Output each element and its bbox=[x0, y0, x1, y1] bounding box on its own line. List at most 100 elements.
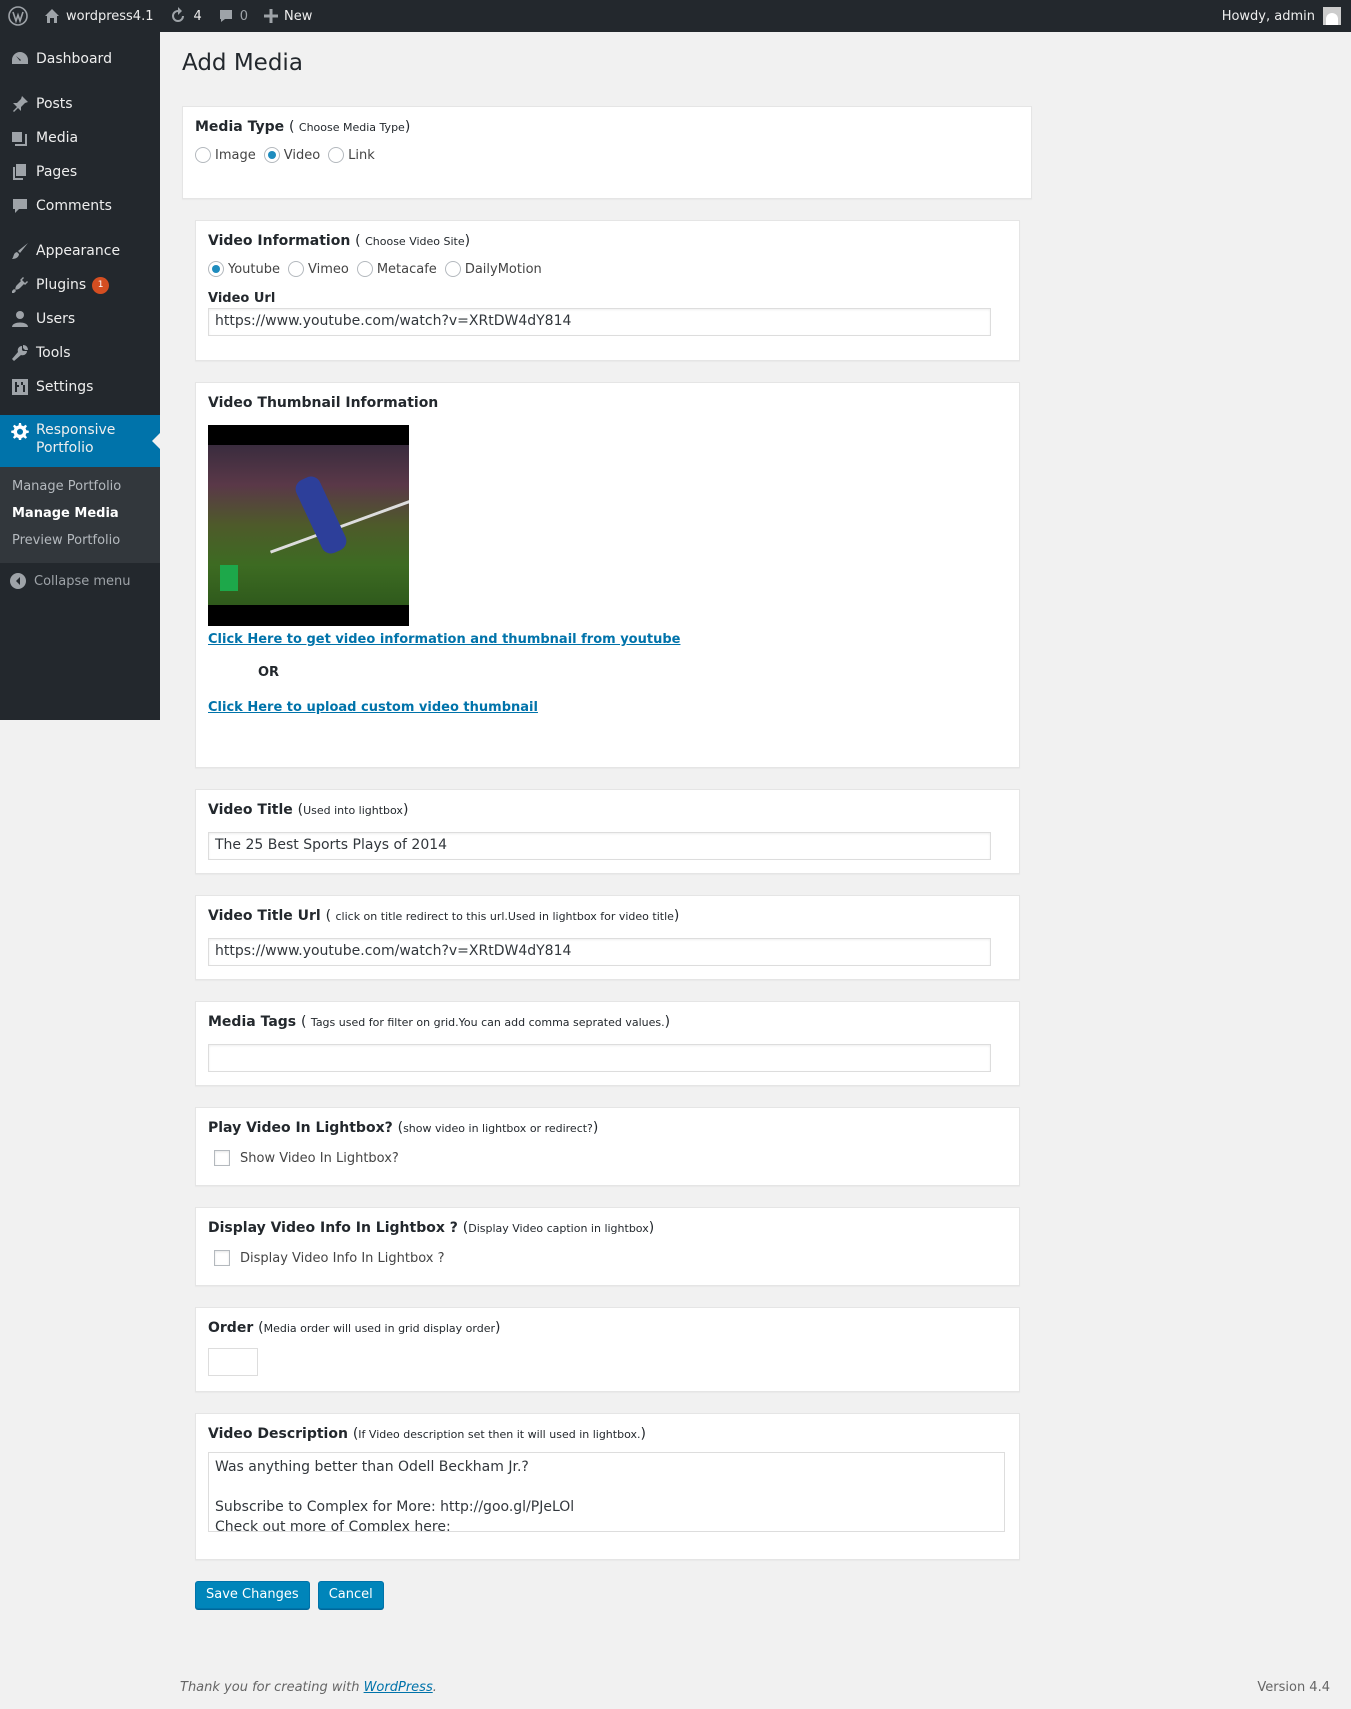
video-title-url-input[interactable]: https://www.youtube.com/watch?v=XRtDW4dY… bbox=[208, 938, 991, 966]
menu-item-users[interactable]: Users bbox=[0, 302, 160, 336]
admin-bar: wordpress4.1 4 0 New Howdy, admin bbox=[0, 0, 1351, 32]
comments-link[interactable]: 0 bbox=[210, 0, 256, 32]
user-icon bbox=[10, 309, 30, 329]
video-site-youtube-radio[interactable]: Youtube bbox=[208, 261, 280, 277]
admin-sidebar: Dashboard Posts Media Pages Comments App… bbox=[0, 32, 160, 720]
wordpress-link[interactable]: WordPress bbox=[364, 1680, 433, 1695]
order-label: Order (Media order will used in grid dis… bbox=[208, 1320, 501, 1336]
menu-item-tools[interactable]: Tools bbox=[0, 336, 160, 370]
comments-count: 0 bbox=[239, 8, 249, 24]
pin-icon bbox=[10, 94, 30, 114]
submenu-item-preview-portfolio[interactable]: Preview Portfolio bbox=[0, 528, 160, 555]
media-type-options: Image Video Link bbox=[195, 147, 1019, 163]
menu-item-pages[interactable]: Pages bbox=[0, 155, 160, 189]
avatar bbox=[1323, 7, 1341, 25]
video-description-textarea[interactable]: Was anything better than Odell Beckham J… bbox=[208, 1452, 1005, 1532]
main-content: Add Media Media Type ( Choose Media Type… bbox=[182, 32, 1032, 1609]
order-box: Order (Media order will used in grid dis… bbox=[195, 1307, 1020, 1392]
site-name-link[interactable]: wordpress4.1 bbox=[36, 0, 161, 32]
collapse-menu-button[interactable]: Collapse menu bbox=[0, 563, 160, 589]
menu-label: Posts bbox=[36, 96, 73, 112]
media-type-box: Media Type ( Choose Media Type) Image Vi… bbox=[182, 106, 1032, 199]
video-thumbnail-box: Video Thumbnail Information Click Here t… bbox=[195, 382, 1020, 768]
wrench-icon bbox=[10, 343, 30, 363]
video-information-box: Video Information ( Choose Video Site) Y… bbox=[195, 220, 1020, 361]
wordpress-logo[interactable] bbox=[0, 0, 36, 32]
video-url-label: Video Url bbox=[208, 291, 276, 306]
gear-icon bbox=[10, 421, 30, 441]
video-site-dailymotion-radio[interactable]: DailyMotion bbox=[444, 261, 542, 277]
video-site-metacafe-radio[interactable]: Metacafe bbox=[356, 261, 437, 277]
menu-label: Settings bbox=[36, 379, 94, 395]
save-changes-button[interactable]: Save Changes bbox=[195, 1581, 310, 1609]
refresh-icon bbox=[172, 7, 185, 22]
collapse-icon bbox=[10, 573, 26, 589]
home-icon bbox=[45, 9, 59, 23]
show-in-lightbox-checkbox[interactable]: Show Video In Lightbox? bbox=[214, 1150, 1007, 1166]
video-thumbnail-label: Video Thumbnail Information bbox=[208, 395, 439, 411]
menu-label: Users bbox=[36, 311, 76, 327]
comment-icon bbox=[219, 10, 232, 22]
updates-link[interactable]: 4 bbox=[161, 0, 209, 32]
menu-item-media[interactable]: Media bbox=[0, 121, 160, 155]
video-title-url-label: Video Title Url ( click on title redirec… bbox=[208, 908, 680, 924]
new-label: New bbox=[284, 8, 313, 24]
menu-label: Dashboard bbox=[36, 51, 112, 67]
menu-item-comments[interactable]: Comments bbox=[0, 189, 160, 223]
menu-label: Responsive Portfolio bbox=[36, 422, 116, 456]
get-youtube-info-link[interactable]: Click Here to get video information and … bbox=[208, 632, 1007, 647]
dashboard-icon bbox=[10, 49, 30, 69]
menu-item-posts[interactable]: Posts bbox=[0, 87, 160, 121]
play-lightbox-label: Play Video In Lightbox? (show video in l… bbox=[208, 1120, 599, 1136]
media-tags-box: Media Tags ( Tags used for filter on gri… bbox=[195, 1001, 1020, 1086]
pages-icon bbox=[10, 162, 30, 182]
media-tags-input[interactable] bbox=[208, 1044, 991, 1072]
media-icon bbox=[10, 128, 30, 148]
site-name: wordpress4.1 bbox=[66, 8, 154, 24]
menu-label: Tools bbox=[36, 345, 71, 361]
menu-item-appearance[interactable]: Appearance bbox=[0, 234, 160, 268]
video-thumbnail-image bbox=[208, 425, 409, 626]
wordpress-icon bbox=[8, 6, 28, 26]
menu-label: Appearance bbox=[36, 243, 121, 259]
video-description-label: Video Description (If Video description … bbox=[208, 1426, 646, 1442]
menu-item-dashboard[interactable]: Dashboard bbox=[0, 42, 160, 76]
footer: Thank you for creating with WordPress. V… bbox=[180, 1680, 1330, 1695]
plug-icon bbox=[10, 275, 30, 295]
menu-item-settings[interactable]: Settings bbox=[0, 370, 160, 404]
video-title-label: Video Title (Used into lightbox) bbox=[208, 802, 409, 818]
menu-label: Plugins bbox=[36, 277, 87, 293]
footer-version: Version 4.4 bbox=[1257, 1680, 1330, 1695]
display-info-box: Display Video Info In Lightbox ? (Displa… bbox=[195, 1207, 1020, 1286]
new-content-link[interactable]: New bbox=[256, 0, 320, 32]
video-information-label: Video Information ( Choose Video Site) bbox=[208, 233, 471, 249]
submenu: Manage Portfolio Manage Media Preview Po… bbox=[0, 467, 160, 563]
order-input[interactable] bbox=[208, 1348, 258, 1376]
video-url-input[interactable]: https://www.youtube.com/watch?v=XRtDW4dY… bbox=[208, 308, 991, 336]
display-info-checkbox[interactable]: Display Video Info In Lightbox ? bbox=[214, 1250, 1007, 1266]
comment-icon bbox=[10, 196, 30, 216]
plus-icon bbox=[264, 9, 279, 23]
media-type-label: Media Type ( Choose Media Type) bbox=[195, 119, 411, 135]
media-type-image-radio[interactable]: Image bbox=[195, 147, 256, 163]
play-lightbox-box: Play Video In Lightbox? (show video in l… bbox=[195, 1107, 1020, 1186]
my-account[interactable]: Howdy, admin bbox=[1208, 0, 1351, 32]
video-title-box: Video Title (Used into lightbox) The 25 … bbox=[195, 789, 1020, 874]
media-type-video-radio[interactable]: Video bbox=[263, 147, 320, 163]
video-description-box: Video Description (If Video description … bbox=[195, 1413, 1020, 1560]
video-title-url-box: Video Title Url ( click on title redirec… bbox=[195, 895, 1020, 980]
cancel-button[interactable]: Cancel bbox=[317, 1581, 384, 1609]
menu-label: Pages bbox=[36, 164, 78, 180]
brush-icon bbox=[10, 241, 30, 261]
submenu-item-manage-portfolio[interactable]: Manage Portfolio bbox=[0, 474, 160, 501]
menu-item-responsive-portfolio[interactable]: Responsive Portfolio bbox=[0, 415, 160, 467]
video-site-options: Youtube Vimeo Metacafe DailyMotion bbox=[208, 261, 1007, 277]
upload-thumbnail-link[interactable]: Click Here to upload custom video thumbn… bbox=[208, 700, 1007, 715]
submenu-item-manage-media[interactable]: Manage Media bbox=[0, 501, 160, 528]
updates-count: 4 bbox=[193, 8, 202, 24]
menu-item-plugins[interactable]: Plugins 1 bbox=[0, 268, 160, 302]
video-title-input[interactable]: The 25 Best Sports Plays of 2014 bbox=[208, 832, 991, 860]
video-site-vimeo-radio[interactable]: Vimeo bbox=[288, 261, 349, 277]
media-tags-label: Media Tags ( Tags used for filter on gri… bbox=[208, 1014, 671, 1030]
media-type-link-radio[interactable]: Link bbox=[328, 147, 375, 163]
